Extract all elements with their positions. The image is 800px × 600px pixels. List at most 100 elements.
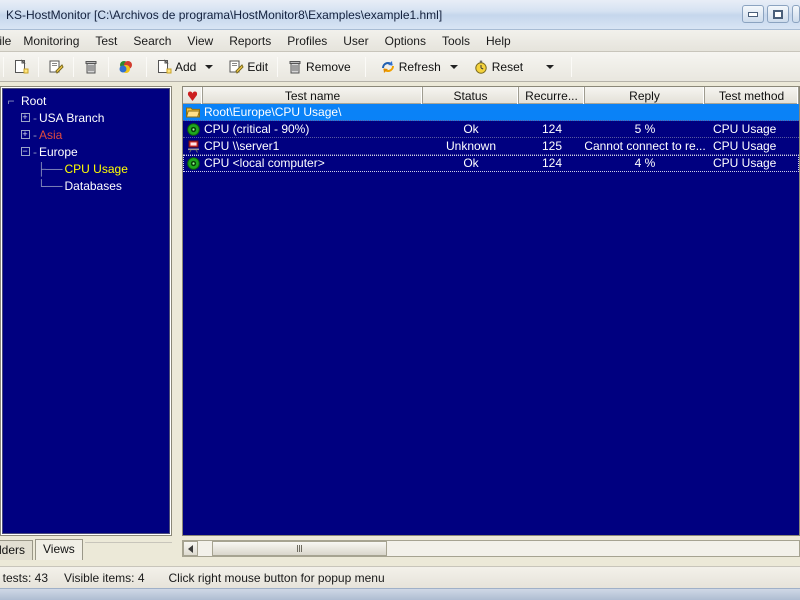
- table-row[interactable]: CPU \\server1 Unknown 125 Cannot connect…: [183, 138, 799, 155]
- tree-item-usa-branch[interactable]: + - USA Branch: [3, 109, 169, 126]
- tree-item-asia[interactable]: + - Asia: [3, 126, 169, 143]
- row-test-method: CPU Usage: [713, 156, 777, 170]
- stopwatch-icon: [475, 60, 487, 74]
- toolbar-separator-6: [277, 56, 279, 77]
- chevron-down-icon: [449, 64, 458, 69]
- new-document-button[interactable]: [7, 55, 35, 79]
- menu-item-user[interactable]: User: [335, 32, 376, 50]
- menu-item-test[interactable]: Test: [87, 32, 125, 50]
- row-recurrences: 124: [541, 156, 563, 170]
- chevron-down-icon: [546, 64, 555, 69]
- table-row[interactable]: CPU <local computer> Ok 124 4 % CPU Usag…: [183, 155, 799, 172]
- reset-dropdown-button[interactable]: [543, 55, 557, 79]
- tree-item-europe[interactable]: − - Europe: [3, 143, 169, 160]
- panel-splitter[interactable]: [172, 86, 182, 560]
- edit-button[interactable]: Edit: [222, 55, 274, 79]
- row-test-method: CPU Usage: [713, 122, 777, 136]
- scroll-left-button[interactable]: [183, 541, 198, 556]
- status-bar: al tests: 43 Visible items: 4 Click righ…: [0, 566, 800, 588]
- menu-item-help[interactable]: Help: [478, 32, 519, 50]
- tree-item-root[interactable]: ⌐ Root: [3, 92, 169, 109]
- remove-button[interactable]: Remove: [281, 55, 357, 79]
- tree-dash-icon: ⌐: [7, 93, 15, 108]
- scrollbar-thumb[interactable]: [212, 541, 387, 556]
- tree-item-label: Root: [21, 93, 47, 108]
- tree-item-cpu-usage[interactable]: ├── CPU Usage: [3, 160, 169, 177]
- tree-expander-usa-branch[interactable]: +: [17, 109, 33, 126]
- menu-item-file[interactable]: File: [0, 32, 15, 50]
- maximize-button[interactable]: [767, 5, 789, 23]
- add-button-label: Add: [175, 59, 197, 74]
- row-test-method: CPU Usage: [713, 139, 777, 153]
- plus-icon: +: [20, 129, 30, 139]
- trash-button[interactable]: [77, 55, 105, 79]
- tree-item-databases[interactable]: └── Databases: [3, 177, 169, 194]
- folders-tree[interactable]: ⌐ Root + - USA Branch + - Asia − - Europ…: [2, 88, 170, 534]
- tree-item-label: USA Branch: [39, 110, 105, 125]
- menu-item-view[interactable]: View: [179, 32, 221, 50]
- column-header-recurrences[interactable]: Recurre...: [519, 87, 585, 104]
- maximize-icon: [773, 9, 783, 19]
- toolbar-separator: [3, 56, 4, 77]
- menu-item-search[interactable]: Search: [125, 32, 179, 50]
- column-header-marker[interactable]: [183, 87, 203, 104]
- tree-expander-root[interactable]: ⌐: [3, 92, 19, 109]
- menu-item-reports[interactable]: Reports: [221, 32, 279, 50]
- minimize-button[interactable]: [742, 5, 764, 23]
- tree-branch-icon: └──: [37, 178, 63, 193]
- grip-icon: [297, 545, 302, 552]
- open-folder-icon: [186, 107, 200, 118]
- toolbar-separator-2: [38, 56, 39, 77]
- close-button[interactable]: [792, 5, 800, 23]
- toolbar-separator-4: [108, 56, 109, 77]
- list-horizontal-scrollbar[interactable]: [182, 540, 800, 557]
- red-pin-icon: [187, 91, 198, 101]
- status-hint: Click right mouse button for popup menu: [168, 570, 385, 585]
- refresh-dropdown-button[interactable]: [447, 55, 461, 79]
- gauge-ok-icon: [186, 122, 200, 136]
- refresh-button-label: Refresh: [398, 59, 441, 74]
- row-recurrences: 124: [541, 122, 563, 136]
- tree-item-label: CPU Usage: [62, 161, 128, 176]
- minimize-icon: [748, 11, 758, 17]
- gauge-ok-icon: [186, 156, 200, 170]
- row-recurrences: 125: [541, 139, 563, 153]
- table-row[interactable]: CPU (critical - 90%) Ok 124 5 % CPU Usag…: [183, 121, 799, 138]
- column-header-test-name[interactable]: Test name: [203, 87, 423, 104]
- menu-item-tools[interactable]: Tools: [434, 32, 478, 50]
- chevron-down-icon: [205, 64, 214, 69]
- palette-button[interactable]: [112, 55, 140, 79]
- tests-list-panel[interactable]: Test name Status Recurre... Reply Test m…: [182, 86, 800, 536]
- window-title: KS-HostMonitor [C:\Archivos de programa\…: [6, 7, 443, 22]
- scrollbar-track[interactable]: [198, 541, 799, 556]
- row-reply: Cannot connect to re...: [585, 139, 705, 153]
- edit-document-button[interactable]: [42, 55, 70, 79]
- folders-tree-panel[interactable]: ⌐ Root + - USA Branch + - Asia − - Europ…: [0, 86, 172, 536]
- menu-item-options[interactable]: Options: [377, 32, 434, 50]
- edit-button-label: Edit: [247, 59, 269, 74]
- add-dropdown-button[interactable]: [202, 55, 216, 79]
- table-row[interactable]: Root\Europe\CPU Usage\: [183, 104, 799, 121]
- column-header-status[interactable]: Status: [423, 87, 519, 104]
- tree-expander-europe[interactable]: −: [17, 143, 33, 160]
- trash-icon: [289, 60, 301, 73]
- tab-views[interactable]: Views: [35, 539, 83, 560]
- tab-folders[interactable]: Folders: [0, 540, 34, 560]
- tree-branch-icon: ├──: [37, 161, 63, 176]
- reset-button[interactable]: Reset: [467, 55, 529, 79]
- edit-document-icon: [49, 60, 64, 74]
- row-status: Ok: [463, 122, 479, 136]
- menu-item-monitoring[interactable]: Monitoring: [15, 32, 87, 50]
- menu-item-profiles[interactable]: Profiles: [279, 32, 335, 50]
- column-header-test-method[interactable]: Test method: [705, 87, 799, 104]
- refresh-button[interactable]: Refresh: [374, 55, 447, 79]
- window-bottom-strip: [0, 588, 800, 600]
- chevron-left-icon: [188, 544, 193, 553]
- add-button[interactable]: Add: [150, 55, 202, 79]
- tree-item-label: Asia: [39, 127, 63, 142]
- column-header-reply[interactable]: Reply: [585, 87, 705, 104]
- row-reply: 4 %: [634, 156, 656, 170]
- trash-icon: [85, 60, 97, 73]
- tree-expander-asia[interactable]: +: [17, 126, 33, 143]
- toolbar: Add Edit Remove Refresh Reset: [0, 52, 800, 82]
